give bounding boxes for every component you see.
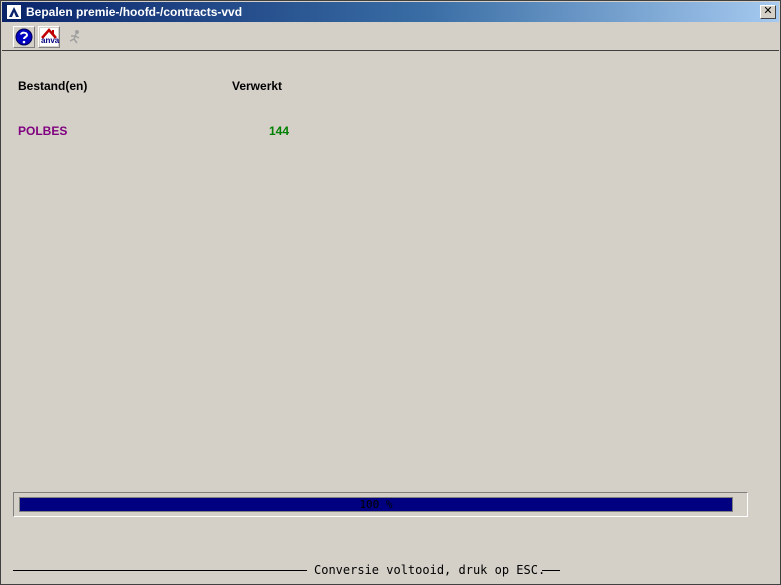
title-bar[interactable]: Bepalen premie-/hoofd-/contracts-vvd ✕: [2, 2, 779, 22]
window-title: Bepalen premie-/hoofd-/contracts-vvd: [26, 5, 243, 19]
progress-frame: 100 %: [13, 492, 748, 517]
toolbar-separator: [2, 50, 779, 51]
close-button[interactable]: ✕: [760, 5, 776, 19]
app-icon: [6, 4, 22, 20]
main-window: Bepalen premie-/hoofd-/contracts-vvd ✕ a…: [0, 0, 781, 585]
anva-button[interactable]: anva: [38, 26, 60, 48]
progress-label: 100 %: [359, 498, 393, 511]
file-name-polbes: POLBES: [18, 124, 68, 138]
run-button[interactable]: [64, 26, 86, 48]
status-message: Conversie voltooid, druk op ESC.: [314, 563, 546, 577]
processed-column-header: Verwerkt: [232, 79, 283, 93]
files-column-header: Bestand(en): [18, 79, 88, 93]
toolbar: anva: [2, 23, 779, 51]
file-processed-count: 144: [268, 124, 289, 138]
run-icon: [69, 30, 80, 44]
help-icon: [15, 28, 33, 46]
anva-logo-text: anva: [41, 36, 60, 45]
progress-bar: 100 %: [19, 497, 733, 512]
help-button[interactable]: [13, 26, 35, 48]
status-divider-left: [13, 570, 307, 571]
status-divider-right: [542, 570, 560, 571]
